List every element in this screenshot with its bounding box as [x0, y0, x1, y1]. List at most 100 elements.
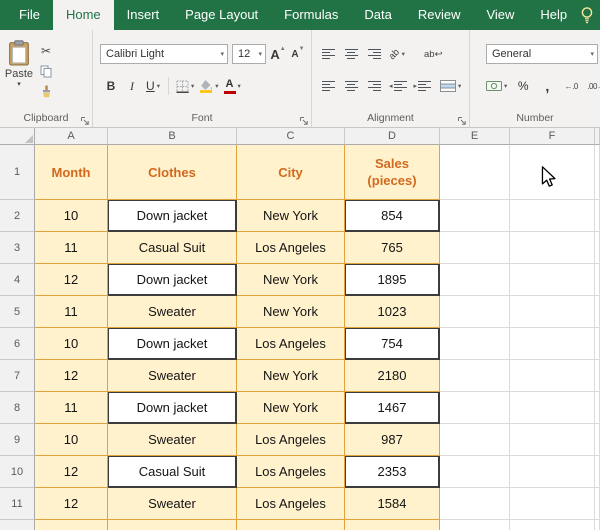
cell-D6[interactable]: 754: [345, 328, 440, 360]
row-header-8[interactable]: 8: [0, 392, 35, 424]
cell-G8[interactable]: [595, 392, 600, 424]
cell-F4[interactable]: [510, 264, 595, 296]
middle-align-button[interactable]: [343, 44, 359, 64]
select-all-corner[interactable]: [0, 128, 35, 145]
cell-E5[interactable]: [440, 296, 510, 328]
top-align-button[interactable]: [320, 44, 336, 64]
row-header-10[interactable]: 10: [0, 456, 35, 488]
cell-B12[interactable]: [108, 520, 237, 530]
cell-F10[interactable]: [510, 456, 595, 488]
cell-E10[interactable]: [440, 456, 510, 488]
orientation-button[interactable]: ab ▾: [387, 44, 405, 64]
font-color-button[interactable]: A ▾: [223, 76, 241, 96]
cell-A3[interactable]: 11: [35, 232, 108, 264]
fill-color-button[interactable]: ▾: [199, 76, 219, 96]
cell-B5[interactable]: Sweater: [108, 296, 237, 328]
cell-E1[interactable]: [440, 145, 510, 200]
cell-C8[interactable]: New York: [237, 392, 345, 424]
cell-D5[interactable]: 1023: [345, 296, 440, 328]
row-header-9[interactable]: 9: [0, 424, 35, 456]
cell-A8[interactable]: 11: [35, 392, 108, 424]
cell-G5[interactable]: [595, 296, 600, 328]
cell-B8[interactable]: Down jacket: [108, 392, 237, 424]
accounting-format-button[interactable]: ▾: [486, 76, 507, 96]
cell-B11[interactable]: Sweater: [108, 488, 237, 520]
cell-B9[interactable]: Sweater: [108, 424, 237, 456]
cell-E3[interactable]: [440, 232, 510, 264]
paste-dropdown-icon[interactable]: ▾: [17, 81, 21, 88]
cell-F7[interactable]: [510, 360, 595, 392]
number-format-select[interactable]: General ▾: [486, 44, 598, 64]
cell-A11[interactable]: 12: [35, 488, 108, 520]
row-header-12[interactable]: 12: [0, 520, 35, 530]
align-center-button[interactable]: [343, 76, 359, 96]
cell-F6[interactable]: [510, 328, 595, 360]
cell-F8[interactable]: [510, 392, 595, 424]
row-header-1[interactable]: 1: [0, 145, 35, 200]
clipboard-dialog-launcher[interactable]: [80, 113, 90, 125]
cell-D10[interactable]: 2353: [345, 456, 440, 488]
paste-button[interactable]: Paste ▾: [4, 40, 34, 108]
cell-E2[interactable]: [440, 200, 510, 232]
cell-C11[interactable]: Los Angeles: [237, 488, 345, 520]
cell-D8[interactable]: 1467: [345, 392, 440, 424]
cell-A2[interactable]: 10: [35, 200, 108, 232]
cut-button[interactable]: ✂: [36, 42, 56, 60]
cell-D12[interactable]: [345, 520, 440, 530]
cell-B7[interactable]: Sweater: [108, 360, 237, 392]
comma-style-button[interactable]: ,: [539, 76, 555, 96]
cell-E8[interactable]: [440, 392, 510, 424]
tab-data[interactable]: Data: [351, 0, 404, 30]
align-left-button[interactable]: [320, 76, 336, 96]
cell-G6[interactable]: [595, 328, 600, 360]
cell-F11[interactable]: [510, 488, 595, 520]
decrease-indent-button[interactable]: ◂: [389, 76, 407, 96]
cell-B6[interactable]: Down jacket: [108, 328, 237, 360]
cell-G9[interactable]: [595, 424, 600, 456]
column-header-B[interactable]: B: [108, 128, 237, 145]
cell-F5[interactable]: [510, 296, 595, 328]
cell-B10[interactable]: Casual Suit: [108, 456, 237, 488]
tab-view[interactable]: View: [473, 0, 527, 30]
bold-button[interactable]: B: [103, 76, 119, 96]
column-header-E[interactable]: E: [440, 128, 510, 145]
increase-indent-button[interactable]: ▸: [414, 76, 432, 96]
cell-B2[interactable]: Down jacket: [108, 200, 237, 232]
cell-E6[interactable]: [440, 328, 510, 360]
merge-center-button[interactable]: ▾: [440, 76, 461, 96]
cell-G11[interactable]: [595, 488, 600, 520]
row-header-7[interactable]: 7: [0, 360, 35, 392]
borders-button[interactable]: ▾: [176, 76, 194, 96]
tab-page-layout[interactable]: Page Layout: [172, 0, 271, 30]
cell-A4[interactable]: 12: [35, 264, 108, 296]
bottom-align-button[interactable]: [366, 44, 382, 64]
cell-C5[interactable]: New York: [237, 296, 345, 328]
cell-D4[interactable]: 1895: [345, 264, 440, 296]
cell-G4[interactable]: [595, 264, 600, 296]
align-right-button[interactable]: [366, 76, 382, 96]
cell-C1[interactable]: City: [237, 145, 345, 200]
copy-button[interactable]: [36, 62, 56, 80]
cell-D11[interactable]: 1584: [345, 488, 440, 520]
cell-C6[interactable]: Los Angeles: [237, 328, 345, 360]
column-header-F[interactable]: F: [510, 128, 595, 145]
cell-A9[interactable]: 10: [35, 424, 108, 456]
cell-D3[interactable]: 765: [345, 232, 440, 264]
cell-C7[interactable]: New York: [237, 360, 345, 392]
cell-G2[interactable]: [595, 200, 600, 232]
tab-insert[interactable]: Insert: [114, 0, 173, 30]
cell-D9[interactable]: 987: [345, 424, 440, 456]
row-header-6[interactable]: 6: [0, 328, 35, 360]
cell-A12[interactable]: [35, 520, 108, 530]
cell-A6[interactable]: 10: [35, 328, 108, 360]
cell-G10[interactable]: [595, 456, 600, 488]
column-header-partial[interactable]: [595, 128, 600, 145]
font-size-select[interactable]: 12 ▾: [232, 44, 266, 64]
cell-G1[interactable]: [595, 145, 600, 200]
cell-F9[interactable]: [510, 424, 595, 456]
cell-C3[interactable]: Los Angeles: [237, 232, 345, 264]
font-dialog-launcher[interactable]: [299, 113, 309, 125]
row-header-4[interactable]: 4: [0, 264, 35, 296]
cell-C9[interactable]: Los Angeles: [237, 424, 345, 456]
cell-G7[interactable]: [595, 360, 600, 392]
